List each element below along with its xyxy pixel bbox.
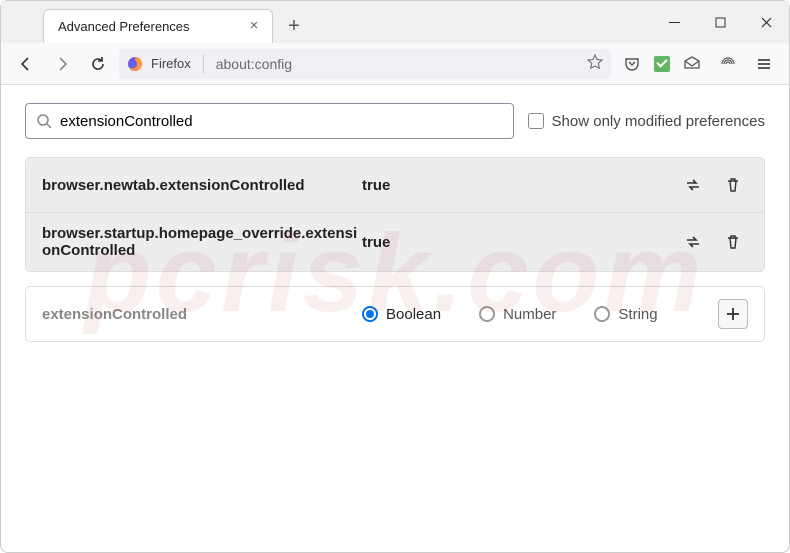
pref-value: true: [362, 177, 678, 194]
pocket-icon[interactable]: [617, 49, 647, 79]
close-window-button[interactable]: [743, 1, 789, 43]
forward-button[interactable]: [47, 49, 77, 79]
pref-value: true: [362, 234, 678, 251]
url-separator: [203, 55, 204, 73]
new-pref-name: extensionControlled: [42, 306, 362, 323]
minimize-button[interactable]: [651, 1, 697, 43]
firefox-logo-icon: [127, 56, 143, 72]
url-text: about:config: [210, 56, 581, 72]
navigation-toolbar: Firefox about:config: [1, 43, 789, 85]
maximize-button[interactable]: [697, 1, 743, 43]
search-input[interactable]: [60, 113, 503, 130]
radio-string[interactable]: String: [594, 306, 657, 323]
search-row: Show only modified preferences: [25, 103, 765, 139]
tab-strip: Advanced Preferences × +: [1, 1, 651, 43]
pref-row[interactable]: browser.newtab.extensionControlled true: [26, 158, 764, 213]
toggle-button[interactable]: [678, 227, 708, 257]
search-box[interactable]: [25, 103, 514, 139]
delete-button[interactable]: [718, 227, 748, 257]
add-pref-row: extensionControlled Boolean Number Strin…: [25, 286, 765, 342]
pref-name: browser.newtab.extensionControlled: [42, 177, 362, 194]
radio-number[interactable]: Number: [479, 306, 556, 323]
type-radios: Boolean Number String: [362, 306, 718, 323]
page-content: Show only modified preferences browser.n…: [1, 85, 789, 360]
menu-button[interactable]: [749, 49, 779, 79]
bookmark-star-icon[interactable]: [587, 54, 603, 73]
close-tab-icon[interactable]: ×: [246, 19, 262, 35]
extension-icon[interactable]: [653, 55, 671, 73]
tab-title: Advanced Preferences: [58, 19, 236, 34]
back-button[interactable]: [11, 49, 41, 79]
delete-button[interactable]: [718, 170, 748, 200]
checkbox-icon: [528, 113, 544, 129]
pref-name: browser.startup.homepage_override.extens…: [42, 225, 362, 259]
new-tab-button[interactable]: +: [279, 11, 309, 41]
toggle-button[interactable]: [678, 170, 708, 200]
titlebar: Advanced Preferences × +: [1, 1, 789, 43]
url-bar[interactable]: Firefox about:config: [119, 49, 611, 79]
add-button[interactable]: [718, 299, 748, 329]
reload-button[interactable]: [83, 49, 113, 79]
search-icon: [36, 113, 52, 129]
url-identity-label: Firefox: [149, 56, 197, 71]
pref-results: browser.newtab.extensionControlled true …: [25, 157, 765, 272]
pref-row[interactable]: browser.startup.homepage_override.extens…: [26, 213, 764, 271]
checkbox-label: Show only modified preferences: [552, 113, 765, 130]
radio-boolean[interactable]: Boolean: [362, 306, 441, 323]
modified-only-checkbox[interactable]: Show only modified preferences: [528, 113, 765, 130]
shield-icon[interactable]: [713, 49, 743, 79]
window-controls: [651, 1, 789, 43]
inbox-icon[interactable]: [677, 49, 707, 79]
browser-tab[interactable]: Advanced Preferences ×: [43, 9, 273, 43]
